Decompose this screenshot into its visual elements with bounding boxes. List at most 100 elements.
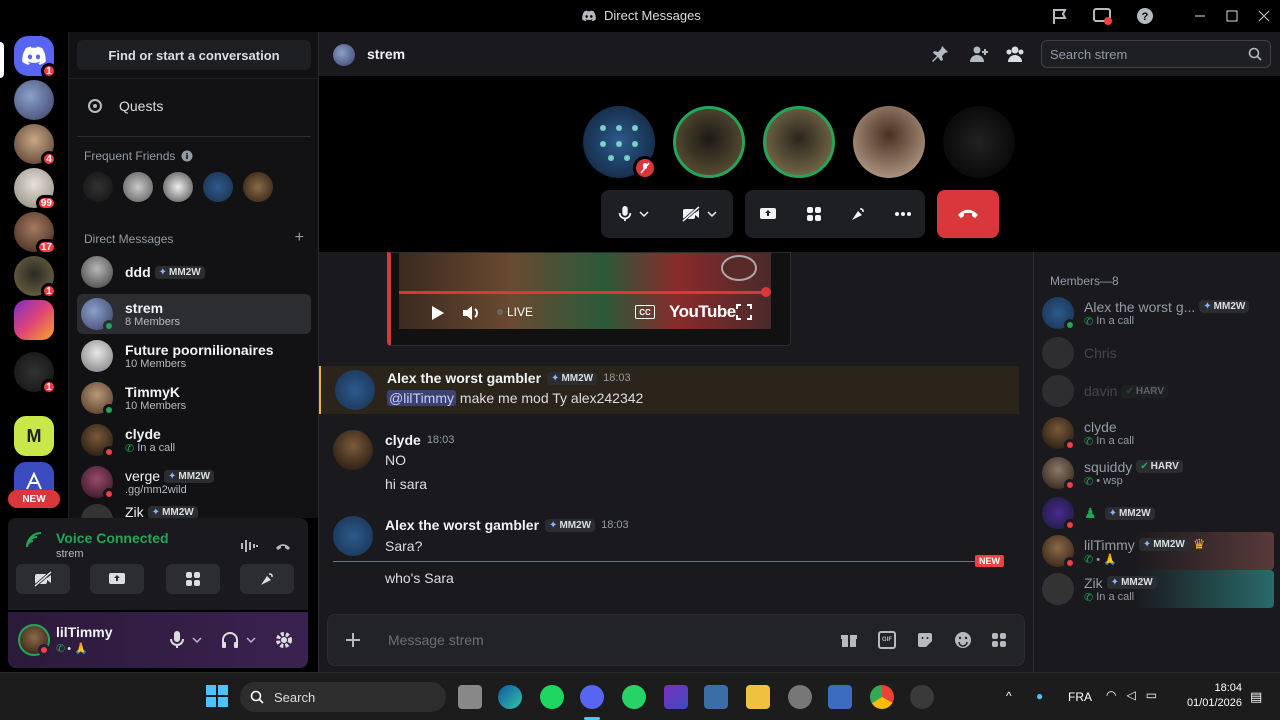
create-dm-icon[interactable]: +: [295, 230, 304, 246]
author-name[interactable]: Alex the worst gambler: [387, 370, 541, 386]
member-item-offline[interactable]: Chris: [1042, 334, 1274, 372]
dm-item[interactable]: Future poornilionaires 10 Members: [77, 336, 311, 376]
member-item-self[interactable]: lilTimmy ✦ MM2W ♛ ✆ • 🙏: [1042, 532, 1274, 570]
author-name[interactable]: Alex the worst gambler: [385, 517, 539, 533]
mic-in-use-icon[interactable]: ●: [1036, 689, 1043, 703]
username[interactable]: lilTimmy: [56, 624, 113, 640]
dm-item[interactable]: ddd ✦ MM2W: [77, 252, 311, 292]
fullscreen-icon[interactable]: [735, 303, 753, 321]
chrome-icon[interactable]: [870, 685, 894, 709]
participant-avatar[interactable]: [943, 106, 1015, 178]
sticker-icon[interactable]: [916, 631, 934, 649]
message-avatar[interactable]: [335, 370, 375, 410]
find-conversation-button[interactable]: Find or start a conversation: [77, 40, 311, 70]
participant-avatar-speaking[interactable]: [763, 106, 835, 178]
video-embed[interactable]: LIVE CC YouTube: [387, 252, 791, 346]
update-icon[interactable]: [1092, 6, 1112, 26]
search-input[interactable]: Search strem: [1041, 40, 1271, 68]
mute-button[interactable]: [168, 630, 202, 650]
message-input[interactable]: Message strem: [388, 632, 484, 648]
share-screen-button[interactable]: [90, 564, 144, 594]
language-indicator[interactable]: FRA: [1068, 690, 1092, 704]
member-item-offline[interactable]: davin ✔ HARV: [1042, 372, 1274, 410]
maximize-icon[interactable]: [1222, 6, 1242, 26]
settings-icon[interactable]: [274, 630, 294, 650]
start-icon[interactable]: [206, 685, 228, 707]
volume-icon[interactable]: [461, 303, 481, 323]
member-item[interactable]: Zik ✦ MM2W ✆ In a call: [1042, 570, 1274, 608]
task-view-icon[interactable]: [458, 685, 482, 709]
notifications-icon[interactable]: ▤: [1250, 689, 1262, 705]
friend-avatar[interactable]: [83, 172, 113, 202]
inbox-flag-icon[interactable]: [1050, 6, 1070, 26]
help-icon[interactable]: ?: [1135, 6, 1155, 26]
system-tray[interactable]: ◠ ◁ ▭: [1106, 688, 1157, 702]
user-mention[interactable]: @lilTimmy: [387, 390, 457, 406]
progress-bar[interactable]: [399, 291, 765, 294]
emoji-icon[interactable]: [954, 631, 972, 649]
participant-avatar[interactable]: [853, 106, 925, 178]
soundboard-button[interactable]: [849, 205, 867, 223]
friend-avatar[interactable]: [203, 172, 233, 202]
server-icon[interactable]: 1: [14, 256, 57, 299]
home-button[interactable]: 1: [14, 36, 57, 79]
member-item[interactable]: ♟ ✦ MM2W: [1042, 494, 1274, 532]
activities-button[interactable]: [166, 564, 220, 594]
minimize-icon[interactable]: [1190, 6, 1210, 26]
youtube-logo[interactable]: YouTube: [669, 302, 736, 322]
server-icon[interactable]: 17: [14, 212, 57, 255]
dm-item[interactable]: Zik ✦ MM2W: [77, 504, 311, 518]
friend-avatar[interactable]: [243, 172, 273, 202]
author-name[interactable]: clyde: [385, 432, 421, 448]
app-icon[interactable]: [704, 685, 728, 709]
edge-icon[interactable]: [498, 685, 522, 709]
clipchamp-icon[interactable]: [664, 685, 688, 709]
more-button[interactable]: [894, 211, 912, 217]
app-icon[interactable]: [828, 685, 852, 709]
camera-off-button[interactable]: [16, 564, 70, 594]
quests-item[interactable]: Quests: [77, 86, 311, 126]
progress-handle[interactable]: [761, 287, 771, 297]
whatsapp-icon[interactable]: [622, 685, 646, 709]
soundboard-button[interactable]: [240, 564, 294, 594]
message-avatar[interactable]: [333, 430, 373, 470]
upload-plus-icon[interactable]: [344, 631, 362, 649]
member-list-icon[interactable]: [1005, 45, 1025, 63]
voice-channel[interactable]: strem: [56, 548, 84, 560]
user-avatar[interactable]: [18, 624, 50, 656]
discord-icon[interactable]: [580, 685, 604, 709]
play-icon[interactable]: [431, 305, 445, 321]
friend-avatar[interactable]: [123, 172, 153, 202]
share-screen-button[interactable]: [758, 206, 778, 222]
dm-item[interactable]: clyde ✆ In a call: [77, 420, 311, 460]
dm-item[interactable]: verge ✦ MM2W .gg/mm2wild: [77, 462, 311, 502]
taskbar-search[interactable]: Search: [240, 682, 446, 712]
voice-status[interactable]: Voice Connected: [56, 530, 169, 546]
activities-button[interactable]: [805, 205, 823, 223]
participant-avatar-speaking[interactable]: [673, 106, 745, 178]
message-highlighted[interactable]: Alex the worst gambler ✦ MM2W 18:03 @lilT…: [319, 366, 1019, 414]
tray-chevron-icon[interactable]: ^: [1006, 689, 1012, 703]
app-icon[interactable]: [910, 685, 934, 709]
camera-button[interactable]: [681, 206, 717, 222]
server-icon[interactable]: 1: [14, 352, 57, 395]
noise-suppression-icon[interactable]: [240, 538, 258, 554]
disconnect-icon[interactable]: [274, 538, 292, 554]
member-item[interactable]: Alex the worst g... ✦ MM2W ✆ In a call: [1042, 294, 1274, 332]
message-avatar[interactable]: [333, 516, 373, 556]
spotify-icon[interactable]: [540, 685, 564, 709]
server-icon[interactable]: [14, 300, 54, 340]
participant-avatar[interactable]: [583, 106, 657, 180]
mic-button[interactable]: [617, 204, 649, 224]
file-explorer-icon[interactable]: [746, 685, 770, 709]
server-icon[interactable]: 99: [14, 168, 57, 211]
leave-call-button[interactable]: [937, 190, 999, 238]
dm-item-strem[interactable]: strem 8 Members: [77, 294, 311, 334]
pin-icon[interactable]: [931, 45, 949, 63]
deafen-button[interactable]: [220, 630, 256, 650]
dm-item[interactable]: TimmyK 10 Members: [77, 378, 311, 418]
server-icon[interactable]: 4: [14, 124, 57, 167]
gif-icon[interactable]: GIF: [878, 631, 896, 649]
member-item[interactable]: squiddy ✔ HARV ✆ • wsp: [1042, 454, 1274, 492]
server-icon[interactable]: [14, 80, 54, 120]
